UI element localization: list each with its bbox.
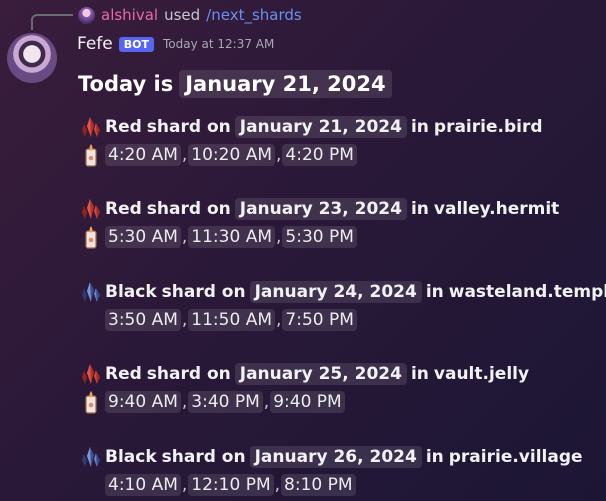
message-timestamp[interactable]: Today at 12:37 AM	[163, 37, 274, 51]
shard-in-text: in	[425, 282, 444, 302]
time-separator: ,	[181, 227, 188, 247]
shard-date[interactable]: January 23, 2024	[234, 198, 407, 220]
shard-title-line: Red shard on January 21, 2024 in prairie.bir…	[80, 114, 543, 140]
today-heading: Today is January 21, 2024	[78, 68, 392, 100]
time-separator: ,	[181, 475, 188, 495]
shard-times-line: 4:20 AM, 10:20 AM, 4:20 PM	[80, 142, 543, 168]
today-prefix: Today is	[78, 72, 174, 96]
shard-times-line: 4:10 AM, 12:10 PM, 8:10 PM	[80, 472, 583, 498]
shard-time[interactable]: 9:40 PM	[270, 391, 345, 413]
shard-color: Black	[105, 447, 157, 467]
shard-in-text: in	[410, 199, 429, 219]
red-shard-icon	[80, 198, 102, 220]
reply-used-text: used	[164, 6, 201, 24]
shard-entry: Black shard on January 26, 2024 in prairie.v…	[80, 444, 583, 498]
shard-entry: Red shard on January 23, 2024 in valley.herm…	[80, 196, 559, 250]
shard-time[interactable]: 3:40 PM	[188, 391, 263, 413]
shard-time[interactable]: 12:10 PM	[188, 474, 274, 496]
shard-time[interactable]: 9:40 AM	[105, 391, 181, 413]
shard-title-line: Red shard on January 25, 2024 in vault.jelly	[80, 361, 529, 387]
shard-time[interactable]: 7:50 PM	[282, 309, 357, 331]
shard-location: valley.hermit	[433, 199, 560, 219]
shard-times-line: 9:40 AM, 3:40 PM, 9:40 PM	[80, 389, 529, 415]
shard-time[interactable]: 11:30 AM	[188, 226, 275, 248]
today-date[interactable]: January 21, 2024	[179, 70, 392, 98]
shard-time[interactable]: 11:50 AM	[188, 309, 275, 331]
reply-context[interactable]: alshival used /next_shards	[78, 4, 302, 26]
reply-command[interactable]: /next_shards	[206, 6, 302, 24]
shard-on-text: shard on	[146, 364, 231, 384]
reply-username[interactable]: alshival	[101, 6, 158, 24]
time-separator: ,	[274, 475, 281, 495]
author-avatar[interactable]	[7, 33, 57, 83]
shard-in-text: in	[410, 364, 429, 384]
shard-date[interactable]: January 21, 2024	[234, 116, 407, 138]
shard-date[interactable]: January 26, 2024	[249, 446, 422, 468]
reply-avatar[interactable]	[78, 6, 95, 24]
time-separator: ,	[276, 145, 282, 165]
shard-location: wasteland.temple	[448, 282, 606, 302]
shard-on-text: shard on	[146, 117, 231, 137]
message-header: Fefe BOT Today at 12:37 AM	[77, 32, 274, 56]
shard-in-text: in	[410, 117, 429, 137]
shard-time[interactable]: 5:30 PM	[282, 226, 357, 248]
shard-location: prairie.village	[448, 447, 583, 467]
shard-title-line: Black shard on January 24, 2024 in wasteland…	[80, 279, 606, 305]
shard-on-text: shard on	[161, 447, 246, 467]
time-separator: ,	[276, 310, 282, 330]
shard-color: Red	[105, 117, 142, 137]
candle-icon	[80, 143, 102, 167]
shard-color: Red	[105, 364, 142, 384]
red-shard-icon	[80, 363, 102, 385]
shard-location: vault.jelly	[433, 364, 530, 384]
shard-time[interactable]: 3:50 AM	[105, 309, 181, 331]
time-separator: ,	[181, 310, 188, 330]
shard-in-text: in	[425, 447, 444, 467]
time-separator: ,	[181, 145, 188, 165]
shard-entry: Black shard on January 24, 2024 in wasteland…	[80, 279, 606, 333]
reply-connector	[31, 14, 73, 30]
shard-time[interactable]: 4:20 AM	[105, 144, 181, 166]
candle-icon	[80, 225, 102, 249]
bot-tag: BOT	[118, 36, 155, 52]
shard-color: Black	[105, 282, 157, 302]
black-shard-icon	[80, 446, 102, 468]
shard-date[interactable]: January 24, 2024	[249, 281, 422, 303]
shard-date[interactable]: January 25, 2024	[234, 363, 407, 385]
shard-title-line: Red shard on January 23, 2024 in valley.herm…	[80, 196, 559, 222]
time-separator: ,	[181, 392, 188, 412]
shard-time[interactable]: 4:20 PM	[282, 144, 357, 166]
shard-on-text: shard on	[146, 199, 231, 219]
shard-location: prairie.bird	[433, 117, 543, 137]
shard-entry: Red shard on January 21, 2024 in prairie.bir…	[80, 114, 543, 168]
time-separator: ,	[263, 392, 270, 412]
shard-on-text: shard on	[161, 282, 246, 302]
candle-icon	[80, 390, 102, 414]
shard-times-line: 5:30 AM, 11:30 AM, 5:30 PM	[80, 224, 559, 250]
shard-times-line: 3:50 AM, 11:50 AM, 7:50 PM	[80, 307, 606, 333]
shard-time[interactable]: 10:20 AM	[188, 144, 275, 166]
shard-time[interactable]: 4:10 AM	[105, 474, 181, 496]
shard-time[interactable]: 8:10 PM	[281, 474, 356, 496]
time-separator: ,	[276, 227, 282, 247]
shard-color: Red	[105, 199, 142, 219]
red-shard-icon	[80, 116, 102, 138]
author-username[interactable]: Fefe	[77, 34, 113, 54]
shard-entry: Red shard on January 25, 2024 in vault.jelly…	[80, 361, 529, 415]
shard-title-line: Black shard on January 26, 2024 in prairie.v…	[80, 444, 583, 470]
black-shard-icon	[80, 281, 102, 303]
shard-time[interactable]: 5:30 AM	[105, 226, 181, 248]
